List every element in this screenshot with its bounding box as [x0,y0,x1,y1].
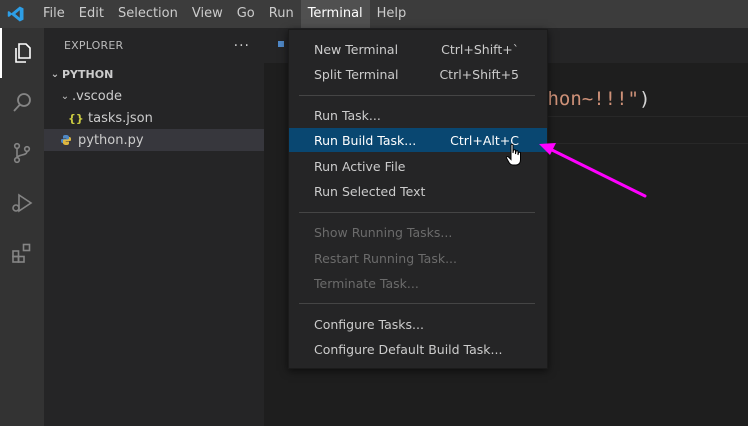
annotation-arrow-icon [539,143,647,198]
